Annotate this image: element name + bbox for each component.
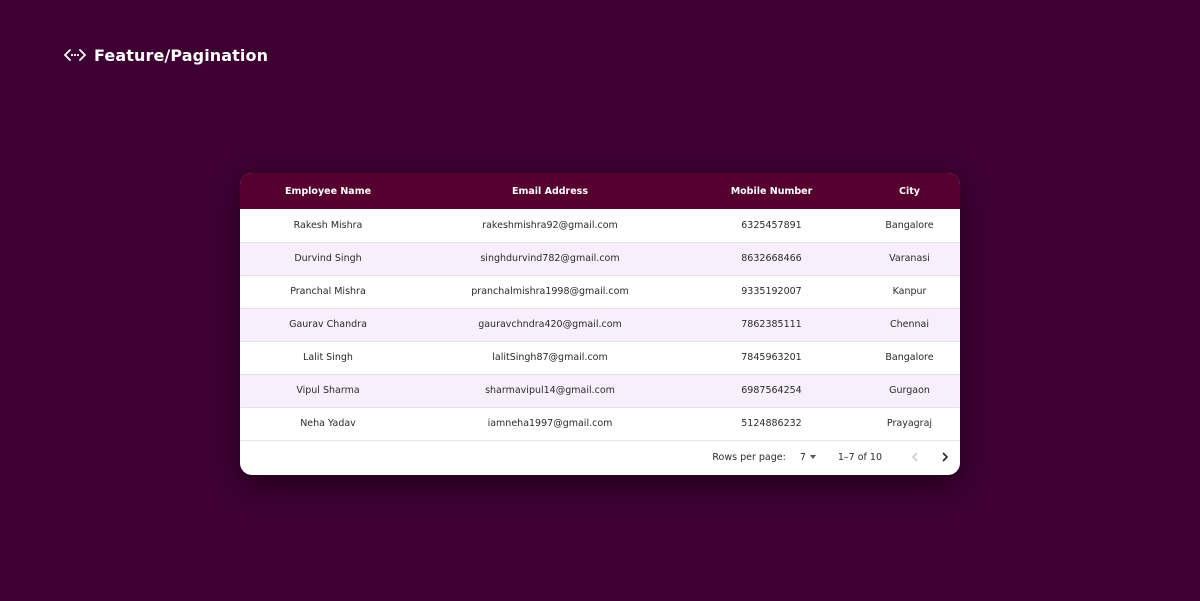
cell-employee-name: Vipul Sharma bbox=[296, 385, 360, 396]
table-row: Gaurav Chandra gauravchndra420@gmail.com… bbox=[240, 308, 960, 341]
table-row: Pranchal Mishra pranchalmishra1998@gmail… bbox=[240, 275, 960, 308]
table-row: Lalit Singh lalitSingh87@gmail.com 78459… bbox=[240, 341, 960, 374]
column-header-employee-name: Employee Name bbox=[284, 185, 372, 197]
table-row: Neha Yadav iamneha1997@gmail.com 5124886… bbox=[240, 407, 960, 440]
cell-mobile: 9335192007 bbox=[741, 286, 802, 297]
cell-employee-name: Pranchal Mishra bbox=[290, 286, 366, 297]
cell-city: Prayagraj bbox=[886, 418, 933, 429]
column-header-email-address: Email Address bbox=[511, 185, 588, 197]
cell-email: sharmavipul14@gmail.com bbox=[485, 385, 615, 396]
pagination-bar: Rows per page: 7 1–7 of 10 bbox=[240, 441, 960, 474]
rows-per-page-label: Rows per page: bbox=[712, 451, 786, 463]
table-row: Durvind Singh singhdurvind782@gmail.com … bbox=[240, 242, 960, 275]
cell-city: Kanpur bbox=[892, 286, 927, 297]
pagination-range: 1–7 of 10 bbox=[837, 451, 882, 463]
cell-email: gauravchndra420@gmail.com bbox=[478, 319, 622, 330]
employee-table-card: Employee Name Email Address Mobile Numbe… bbox=[240, 173, 960, 475]
column-header-mobile-number: Mobile Number bbox=[730, 185, 813, 197]
cell-city: Chennai bbox=[889, 319, 929, 330]
cell-email: singhdurvind782@gmail.com bbox=[480, 253, 620, 264]
table-header-row: Employee Name Email Address Mobile Numbe… bbox=[240, 173, 960, 209]
cell-city: Gurgaon bbox=[889, 385, 930, 396]
previous-page-button[interactable] bbox=[904, 446, 926, 468]
code-brackets-icon bbox=[64, 44, 86, 66]
caret-down-icon bbox=[809, 455, 816, 459]
cell-employee-name: Gaurav Chandra bbox=[289, 319, 367, 330]
cell-mobile: 7862385111 bbox=[741, 319, 802, 330]
table-row: Rakesh Mishra rakeshmishra92@gmail.com 6… bbox=[240, 209, 960, 242]
cell-email: pranchalmishra1998@gmail.com bbox=[471, 286, 629, 297]
cell-mobile: 5124886232 bbox=[741, 418, 802, 429]
cell-mobile: 6987564254 bbox=[741, 385, 802, 396]
table-row: Vipul Sharma sharmavipul14@gmail.com 698… bbox=[240, 374, 960, 407]
rows-per-page-select[interactable]: 7 bbox=[800, 452, 816, 463]
page-title: Feature/Pagination bbox=[94, 45, 269, 65]
cell-email: lalitSingh87@gmail.com bbox=[492, 352, 608, 363]
cell-email: iamneha1997@gmail.com bbox=[487, 418, 613, 429]
cell-city: Bangalore bbox=[885, 352, 934, 363]
cell-city: Bangalore bbox=[885, 219, 934, 231]
cell-email: rakeshmishra92@gmail.com bbox=[482, 219, 618, 231]
cell-mobile: 7845963201 bbox=[741, 352, 802, 363]
cell-employee-name: Rakesh Mishra bbox=[293, 219, 363, 231]
rows-per-page-value: 7 bbox=[799, 451, 806, 463]
cell-mobile: 6325457891 bbox=[741, 219, 802, 231]
cell-employee-name: Durvind Singh bbox=[294, 253, 362, 264]
page-header: Feature/Pagination bbox=[64, 44, 268, 66]
cell-city: Varanasi bbox=[889, 253, 930, 264]
column-header-city: City bbox=[899, 185, 920, 197]
cell-employee-name: Neha Yadav bbox=[300, 418, 356, 429]
next-page-button[interactable] bbox=[934, 446, 956, 468]
chevron-left-icon bbox=[912, 452, 918, 462]
chevron-right-icon bbox=[942, 452, 948, 462]
cell-employee-name: Lalit Singh bbox=[303, 352, 353, 363]
cell-mobile: 8632668466 bbox=[741, 253, 802, 264]
employee-table: Employee Name Email Address Mobile Numbe… bbox=[240, 173, 960, 441]
